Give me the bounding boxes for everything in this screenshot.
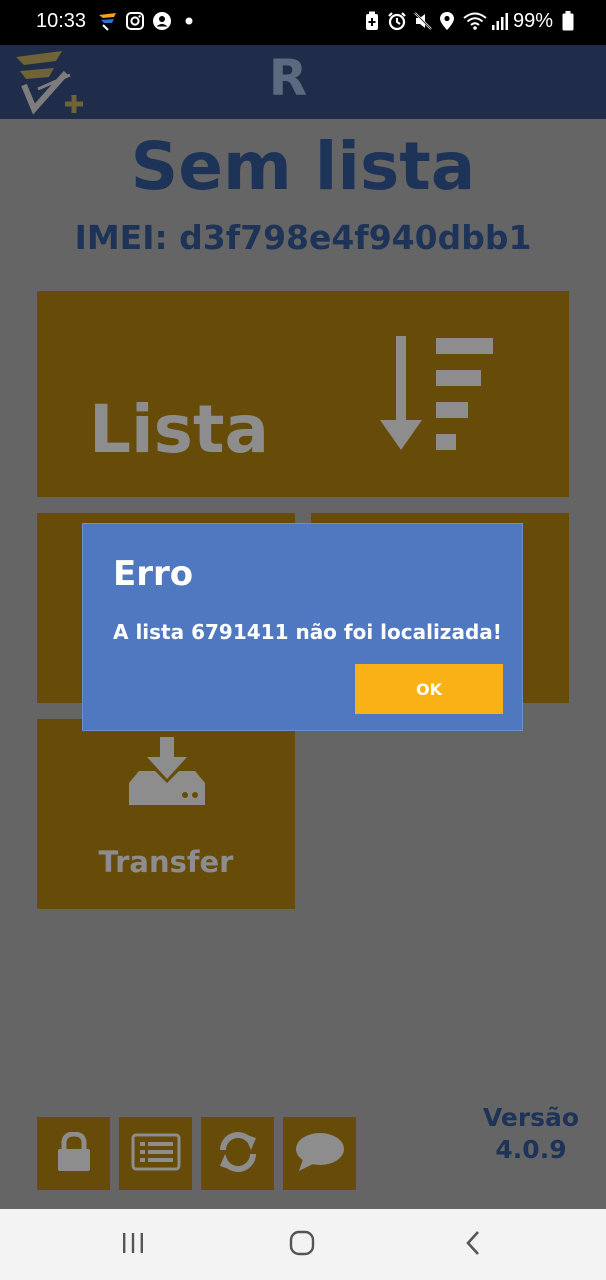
- list-icon: [131, 1133, 181, 1175]
- dot-icon: [178, 10, 200, 32]
- account-icon: [151, 10, 173, 32]
- sort-descending-icon: [380, 336, 495, 456]
- lock-icon: [56, 1130, 92, 1176]
- wifi-icon: [462, 10, 488, 32]
- version-number: 4.0.9: [495, 1135, 567, 1164]
- location-icon: [436, 10, 458, 32]
- app-header: R: [0, 45, 606, 119]
- chat-button[interactable]: [283, 1117, 356, 1190]
- home-button[interactable]: [284, 1227, 320, 1263]
- home-icon: [288, 1229, 316, 1261]
- list-button[interactable]: [119, 1117, 192, 1190]
- battery-percentage: 99%: [513, 10, 554, 32]
- dialog-message: A lista 6791411 não foi localizada!: [113, 620, 502, 644]
- app-logo-icon: [96, 10, 118, 32]
- version-info: Versão 4.0.9: [470, 1102, 592, 1166]
- download-drive-icon: [129, 737, 205, 811]
- error-dialog: Erro A lista 6791411 não foi localizada!…: [82, 523, 523, 731]
- version-label: Versão: [482, 1103, 580, 1132]
- alarm-icon: [386, 10, 408, 32]
- lock-button[interactable]: [37, 1117, 110, 1190]
- lista-tile-label: Lista: [89, 391, 270, 468]
- page-title: Sem lista: [130, 128, 476, 205]
- imei-label: IMEI: d3f798e4f940dbb1: [74, 218, 532, 257]
- battery-saver-icon: [361, 10, 383, 32]
- battery-icon: [560, 10, 576, 32]
- dialog-title: Erro: [113, 554, 194, 594]
- recent-apps-button[interactable]: [115, 1227, 151, 1263]
- back-chevron-icon: [463, 1229, 483, 1261]
- app-title: R: [268, 49, 308, 107]
- status-time: 10:33: [36, 10, 87, 32]
- recent-apps-icon: [120, 1231, 146, 1259]
- instagram-icon: [124, 10, 146, 32]
- transfer-tile-label: Transfer: [98, 845, 234, 879]
- back-button[interactable]: [455, 1227, 491, 1263]
- signal-icon: [489, 10, 511, 32]
- chat-icon: [295, 1131, 345, 1177]
- sync-icon: [216, 1130, 260, 1178]
- status-bar: 10:33 99%: [0, 0, 606, 45]
- sync-button[interactable]: [201, 1117, 274, 1190]
- mute-icon: [412, 10, 434, 32]
- ok-button[interactable]: OK: [355, 664, 503, 714]
- system-nav-bar: [0, 1209, 606, 1280]
